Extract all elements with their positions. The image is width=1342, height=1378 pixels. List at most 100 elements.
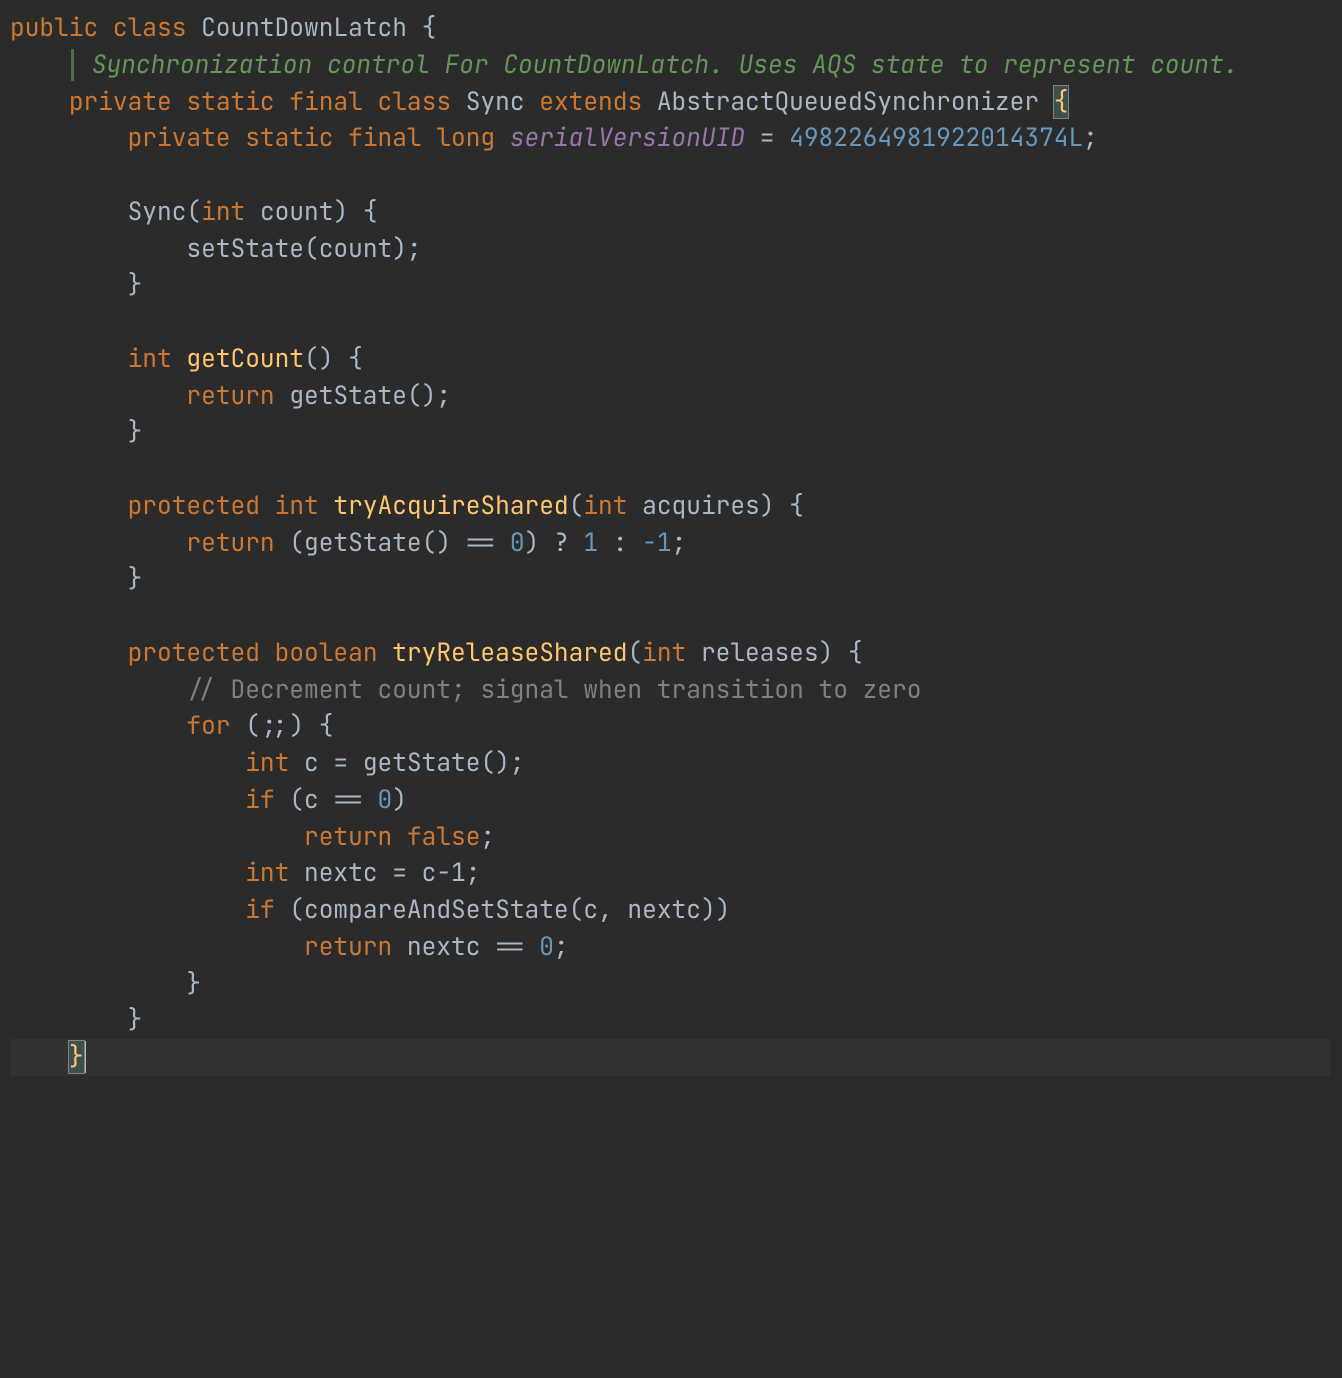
param-count: count: [260, 196, 334, 228]
method-call-getstate: getState: [289, 380, 407, 412]
keyword-int: int: [128, 343, 172, 375]
keyword-int: int: [275, 490, 319, 522]
operator-ternary-colon: :: [613, 527, 628, 559]
code-line: setState(count);: [10, 233, 422, 265]
method-call-compareandsetstate: compareAndSetState: [304, 894, 569, 926]
method-name-getcount: getCount: [186, 343, 304, 375]
code-line: Sync(int count) {: [10, 196, 378, 228]
var-nextc: nextc: [407, 931, 481, 963]
brace-close: }: [128, 1004, 143, 1036]
code-line: int c = getState();: [10, 747, 525, 779]
numeric-literal: 4982264981922014374L: [789, 122, 1083, 154]
parens: (): [304, 343, 333, 375]
matched-brace-open: {: [1054, 86, 1069, 118]
brace: {: [363, 196, 378, 228]
param-releases: releases: [701, 637, 819, 669]
numeric-literal: 1: [583, 527, 598, 559]
method-call-setstate: setState: [186, 233, 304, 265]
keyword-false: false: [407, 821, 481, 853]
class-name: CountDownLatch: [201, 12, 407, 44]
keyword-int: int: [245, 857, 289, 889]
operator-assign: =: [760, 122, 775, 154]
operator-ternary-q: ?: [554, 527, 569, 559]
brace: {: [789, 490, 804, 522]
keyword-public: public: [10, 12, 98, 44]
operator-eq: ==: [495, 931, 524, 963]
brace-close: }: [128, 269, 143, 301]
semicolon: ;: [672, 527, 687, 559]
keyword-class: class: [378, 86, 452, 118]
code-line: // Decrement count; signal when transiti…: [10, 674, 921, 706]
operator-assign: =: [333, 747, 348, 779]
var-c: c: [304, 747, 319, 779]
code-line: protected boolean tryReleaseShared(int r…: [10, 637, 863, 669]
code-line: return (getState() == 0) ? 1 : -1;: [10, 527, 686, 559]
line-comment: // Decrement count; signal when transiti…: [186, 674, 921, 706]
keyword-int: int: [245, 747, 289, 779]
brace: {: [348, 343, 363, 375]
var-nextc: nextc: [304, 857, 378, 889]
keyword-static: static: [245, 122, 333, 154]
for-header: (;;): [245, 710, 304, 742]
matched-brace-close: }: [69, 1041, 84, 1073]
brace-close: }: [128, 416, 143, 448]
code-line: private static final class Sync extends …: [10, 86, 1068, 118]
code-line: return nextc == 0;: [10, 931, 569, 963]
var-c: c: [304, 784, 319, 816]
brace-close: }: [128, 563, 143, 595]
keyword-int: int: [201, 196, 245, 228]
brace: {: [319, 710, 334, 742]
code-line: return getState();: [10, 380, 451, 412]
args-c-nextc: c, nextc: [583, 894, 701, 926]
keyword-return: return: [186, 527, 274, 559]
code-line: }: [10, 968, 201, 1000]
method-name-tryacquireshared: tryAcquireShared: [333, 490, 568, 522]
code-line: }: [10, 416, 142, 448]
keyword-private: private: [128, 122, 231, 154]
brace: {: [422, 12, 437, 44]
paren-open: (: [627, 637, 642, 669]
expr-c-minus-1: c-1: [422, 857, 466, 889]
method-call-getstate: getState: [304, 527, 422, 559]
code-line: }: [10, 563, 142, 595]
superclass-name: AbstractQueuedSynchronizer: [657, 86, 1039, 118]
paren-open: (: [186, 196, 201, 228]
keyword-long: long: [436, 122, 495, 154]
code-line: public class CountDownLatch {: [10, 12, 436, 44]
code-line: for (;;) {: [10, 710, 333, 742]
code-line: if (c == 0): [10, 784, 407, 816]
code-line: int nextc = c-1;: [10, 857, 480, 889]
numeric-literal: 0: [378, 784, 393, 816]
operator-assign: =: [392, 857, 407, 889]
keyword-boolean: boolean: [275, 637, 378, 669]
operator-eq: ==: [333, 784, 362, 816]
code-line: if (compareAndSetState(c, nextc)): [10, 894, 730, 926]
keyword-int: int: [642, 637, 686, 669]
keyword-final: final: [289, 86, 363, 118]
code-line: int getCount() {: [10, 343, 363, 375]
keyword-protected: protected: [128, 490, 260, 522]
numeric-literal: 0: [539, 931, 554, 963]
keyword-return: return: [304, 821, 392, 853]
class-name-sync: Sync: [466, 86, 525, 118]
keyword-extends: extends: [539, 86, 642, 118]
field-serialversionuid: serialVersionUID: [510, 122, 745, 154]
code-editor[interactable]: public class CountDownLatch { Synchroniz…: [0, 0, 1342, 1076]
keyword-static: static: [186, 86, 274, 118]
keyword-protected: protected: [128, 637, 260, 669]
method-call-getstate: getState: [363, 747, 481, 779]
code-line: protected int tryAcquireShared(int acqui…: [10, 490, 804, 522]
keyword-if: if: [245, 894, 274, 926]
code-line: }: [10, 1004, 142, 1036]
code-line: private static final long serialVersionU…: [10, 122, 1098, 154]
keyword-return: return: [186, 380, 274, 412]
method-name-tryreleaseshared: tryReleaseShared: [392, 637, 627, 669]
current-line: }: [10, 1039, 1330, 1076]
brace: {: [848, 637, 863, 669]
paren-close: ): [333, 196, 348, 228]
javadoc-summary: Synchronization control For CountDownLat…: [92, 49, 1239, 81]
numeric-literal: -1: [642, 527, 671, 559]
constructor-name: Sync: [128, 196, 187, 228]
arg-count: count: [319, 233, 393, 265]
semicolon: ;: [1083, 122, 1098, 154]
